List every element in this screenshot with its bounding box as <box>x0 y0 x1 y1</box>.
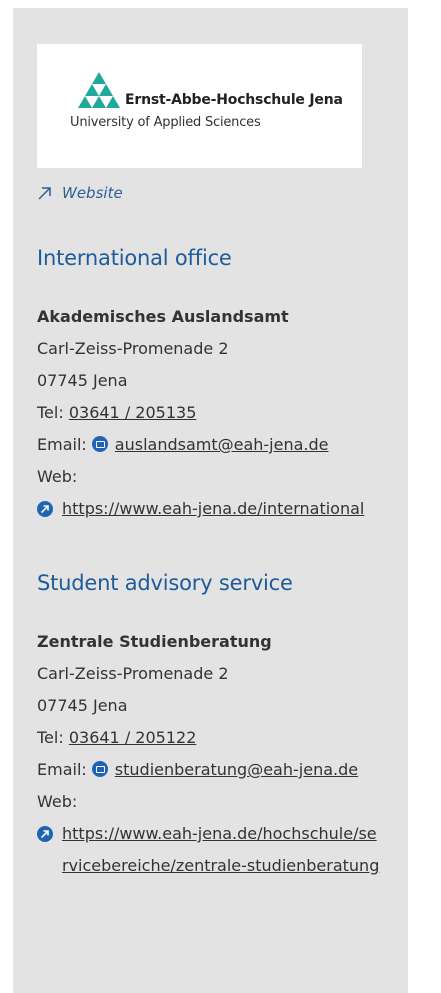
section-heading-student-advisory: Student advisory service <box>37 571 293 595</box>
email-link[interactable]: studienberatung@eah-jena.de <box>115 760 358 779</box>
tel-link[interactable]: 03641 / 205135 <box>69 403 197 422</box>
city-address: 07745 Jena <box>37 371 128 390</box>
email-label: Email: <box>37 435 87 454</box>
email-link[interactable]: auslandsamt@eah-jena.de <box>115 435 329 454</box>
web-label: Web: <box>37 467 78 486</box>
tel-label: Tel: <box>37 403 64 422</box>
section-heading-international-office: International office <box>37 246 232 270</box>
web-label: Web: <box>37 792 78 811</box>
triangle-logo-icon <box>78 72 120 108</box>
web-link[interactable]: https://www.eah-jena.de/hochschule/servi… <box>62 818 382 882</box>
street-address: Carl-Zeiss-Promenade 2 <box>37 339 229 358</box>
logo-name: Ernst-Abbe-Hochschule Jena <box>125 92 343 108</box>
web-row: https://www.eah-jena.de/international <box>37 493 384 525</box>
arrow-up-right-icon <box>38 187 51 200</box>
tel-label: Tel: <box>37 728 64 747</box>
tel-row: Tel: 03641 / 205135 <box>37 397 384 429</box>
web-row: https://www.eah-jena.de/hochschule/servi… <box>37 818 384 882</box>
email-row: Email: auslandsamt@eah-jena.de <box>37 429 384 461</box>
website-link-label: Website <box>62 184 123 202</box>
contact-block-international-office: Akademisches Auslandsamt Carl-Zeiss-Prom… <box>37 301 384 525</box>
contact-sidebar: Ernst-Abbe-Hochschule Jena University of… <box>13 8 408 993</box>
street-address: Carl-Zeiss-Promenade 2 <box>37 664 229 683</box>
email-icon <box>91 761 108 777</box>
email-icon <box>91 436 108 452</box>
contact-block-student-advisory: Zentrale Studienberatung Carl-Zeiss-Prom… <box>37 626 384 882</box>
tel-row: Tel: 03641 / 205122 <box>37 722 384 754</box>
external-link-icon <box>37 501 53 517</box>
city-address: 07745 Jena <box>37 696 128 715</box>
logo-subtitle: University of Applied Sciences <box>70 115 261 130</box>
org-name: Akademisches Auslandsamt <box>37 307 289 326</box>
email-row: Email: studienberatung@eah-jena.de <box>37 754 384 786</box>
org-name: Zentrale Studienberatung <box>37 632 272 651</box>
tel-link[interactable]: 03641 / 205122 <box>69 728 197 747</box>
website-link[interactable]: Website <box>37 182 384 204</box>
email-label: Email: <box>37 760 87 779</box>
external-link-icon <box>37 826 53 842</box>
university-logo: Ernst-Abbe-Hochschule Jena University of… <box>37 44 362 168</box>
web-link[interactable]: https://www.eah-jena.de/international <box>62 493 382 525</box>
